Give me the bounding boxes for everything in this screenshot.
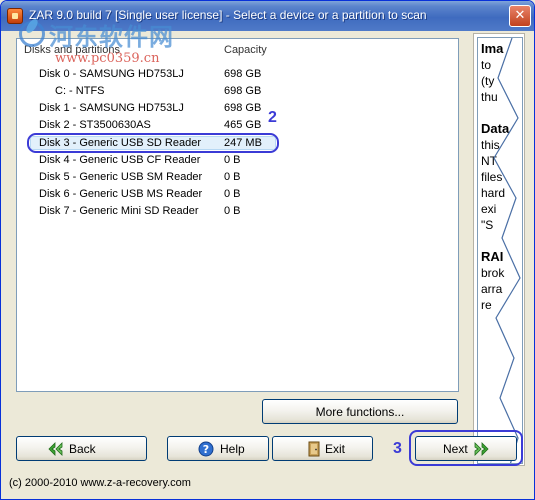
disk-row-7[interactable]: Disk 7 - Generic Mini SD Reader 0 B	[17, 203, 458, 220]
disk-name: Disk 2 - ST3500630AS	[39, 119, 151, 131]
back-button[interactable]: Back	[16, 436, 147, 461]
partition-capacity: 698 GB	[224, 85, 262, 97]
help-text-area[interactable]: Ima to (ty thu Data this NT files hard exi "S RAI…	[477, 37, 523, 464]
disk-capacity: 698 GB	[224, 102, 262, 114]
disk-name: Disk 3 - Generic USB SD Reader	[39, 137, 201, 149]
help-side-panel: Ima to (ty thu Data this NT files hard exi "S RAI…	[473, 33, 525, 466]
help-question-icon: ?	[198, 441, 214, 457]
copyright-footer: (c) 2000-2010 www.z-a-recovery.com	[9, 477, 191, 489]
disk-capacity: 0 B	[224, 188, 241, 200]
disk-row-2[interactable]: Disk 2 - ST3500630AS 465 GB	[17, 117, 458, 134]
disk-capacity: 0 B	[224, 205, 241, 217]
column-header-disks[interactable]: Disks and partitions	[24, 44, 120, 56]
disk-name: Disk 5 - Generic USB SM Reader	[39, 171, 203, 183]
window-title: ZAR 9.0 build 7 [Single user license] - …	[29, 8, 427, 22]
exit-label: Exit	[325, 442, 346, 456]
disk-row-6[interactable]: Disk 6 - Generic USB MS Reader 0 B	[17, 186, 458, 203]
disk-row-1[interactable]: Disk 1 - SAMSUNG HD753LJ 698 GB	[17, 100, 458, 117]
disk-name: Disk 7 - Generic Mini SD Reader	[39, 205, 199, 217]
disk-capacity: 465 GB	[224, 119, 262, 131]
double-chevron-right-icon	[474, 442, 489, 456]
next-button[interactable]: Next	[415, 436, 517, 461]
column-header-capacity[interactable]: Capacity	[224, 44, 267, 56]
disk-row-4[interactable]: Disk 4 - Generic USB CF Reader 0 B	[17, 152, 458, 169]
app-icon	[7, 8, 23, 24]
exit-button[interactable]: Exit	[272, 436, 373, 461]
next-label: Next	[443, 442, 468, 456]
svg-text:?: ?	[203, 443, 209, 456]
partition-name: C: - NTFS	[55, 85, 105, 97]
disk-row-0[interactable]: Disk 0 - SAMSUNG HD753LJ 698 GB	[17, 66, 458, 83]
double-chevron-left-icon	[48, 442, 63, 456]
disk-row-3-selected[interactable]: Disk 3 - Generic USB SD Reader 247 MB	[17, 135, 458, 152]
zar-window: ZAR 9.0 build 7 [Single user license] - …	[0, 0, 535, 500]
disk-name: Disk 0 - SAMSUNG HD753LJ	[39, 68, 184, 80]
disk-capacity: 698 GB	[224, 68, 262, 80]
more-functions-button[interactable]: More functions...	[262, 399, 458, 424]
help-label: Help	[220, 442, 245, 456]
close-button[interactable]: ✕	[509, 5, 531, 27]
disk-list[interactable]: Disks and partitions Capacity Disk 0 - S…	[16, 38, 459, 392]
more-functions-label: More functions...	[315, 405, 405, 419]
list-header: Disks and partitions Capacity	[17, 39, 458, 61]
disk-row-5[interactable]: Disk 5 - Generic USB SM Reader 0 B	[17, 169, 458, 186]
title-bar[interactable]: ZAR 9.0 build 7 [Single user license] - …	[1, 1, 534, 31]
partition-row-c[interactable]: C: - NTFS 698 GB	[17, 83, 458, 100]
exit-door-icon	[308, 441, 320, 457]
step-2-marker: 2	[268, 109, 277, 126]
disk-name: Disk 6 - Generic USB MS Reader	[39, 188, 203, 200]
disk-capacity: 0 B	[224, 154, 241, 166]
disk-capacity: 0 B	[224, 171, 241, 183]
torn-edge-graphic	[493, 38, 521, 463]
help-button[interactable]: ? Help	[167, 436, 269, 461]
back-label: Back	[69, 442, 96, 456]
disk-name: Disk 4 - Generic USB CF Reader	[39, 154, 201, 166]
step-3-marker: 3	[393, 440, 402, 457]
disk-name: Disk 1 - SAMSUNG HD753LJ	[39, 102, 184, 114]
disk-capacity: 247 MB	[224, 137, 262, 149]
